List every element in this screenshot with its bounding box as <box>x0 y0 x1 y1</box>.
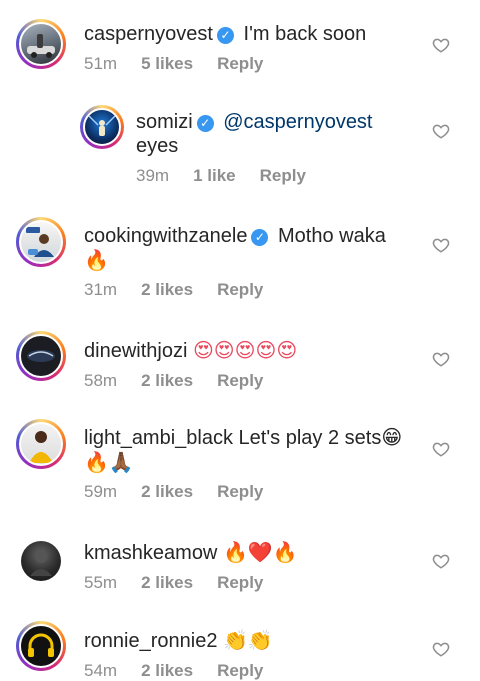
heart-icon[interactable] <box>432 122 450 140</box>
comment-message: 🔥❤️🔥 <box>222 540 298 564</box>
likes-count[interactable]: 2 likes <box>141 280 193 300</box>
username[interactable]: cookingwithzanele <box>84 225 247 247</box>
reply-button[interactable]: Reply <box>217 371 263 391</box>
heart-icon[interactable] <box>432 236 450 254</box>
comment-text: light_ambi_black Let's play 2 sets😁 <box>84 426 420 450</box>
comment-text: caspernyovest ✓ I'm back soon <box>84 22 420 46</box>
reply-button[interactable]: Reply <box>217 573 263 593</box>
comment-meta: 51m 5 likes Reply <box>84 54 420 74</box>
timestamp: 51m <box>84 54 118 73</box>
car-photo <box>27 34 55 58</box>
heart-icon[interactable] <box>432 552 450 570</box>
username[interactable]: kmashkeamow <box>84 542 217 564</box>
comment-meta: 55m 2 likes Reply <box>84 573 420 593</box>
likes-count[interactable]: 2 likes <box>141 573 193 593</box>
avatar[interactable] <box>16 331 66 381</box>
timestamp: 39m <box>136 166 170 185</box>
chef-photo <box>26 227 54 257</box>
comment-meta: 58m 2 likes Reply <box>84 371 420 391</box>
likes-count[interactable]: 2 likes <box>141 661 193 681</box>
verified-badge-icon: ✓ <box>251 229 269 246</box>
comment-meta: 39m 1 like Reply <box>136 166 420 186</box>
username[interactable]: somizi <box>136 111 193 133</box>
comment-message: 😍😍😍😍😍 <box>192 338 298 362</box>
reply-button[interactable]: Reply <box>217 482 263 502</box>
stage-photo <box>87 114 117 136</box>
likes-count[interactable]: 2 likes <box>141 482 193 502</box>
comment-message-emoji: 🔥🙏🏾 <box>84 450 134 474</box>
comment-text: somizi ✓ @caspernyovest <box>136 110 420 134</box>
comment-message: 👏👏 <box>223 628 273 652</box>
username[interactable]: dinewithjozi <box>84 340 187 362</box>
reply-button[interactable]: Reply <box>260 166 306 186</box>
avatar[interactable] <box>80 105 124 149</box>
timestamp: 54m <box>84 661 118 680</box>
timestamp: 58m <box>84 371 118 390</box>
avatar[interactable] <box>16 621 66 671</box>
comment-message: eyes <box>136 135 179 157</box>
heart-icon[interactable] <box>432 350 450 368</box>
reply-button[interactable]: Reply <box>217 280 263 300</box>
heart-icon[interactable] <box>432 640 450 658</box>
comment-text: kmashkeamow 🔥❤️🔥 <box>84 540 420 565</box>
person-photo <box>29 431 53 463</box>
comment-text: dinewithjozi 😍😍😍😍😍 <box>84 338 420 363</box>
username[interactable]: caspernyovest <box>84 23 213 45</box>
timestamp: 55m <box>84 573 118 592</box>
heart-icon[interactable] <box>432 440 450 458</box>
username[interactable]: ronnie_ronnie2 <box>84 630 217 652</box>
comment-text: cookingwithzanele ✓ Motho waka <box>84 224 420 248</box>
timestamp: 59m <box>84 482 118 501</box>
logo-photo <box>27 350 55 362</box>
likes-count[interactable]: 5 likes <box>141 54 193 74</box>
reply-button[interactable]: Reply <box>217 661 263 681</box>
timestamp: 31m <box>84 280 118 299</box>
likes-count[interactable]: 2 likes <box>141 371 193 391</box>
reply-button[interactable]: Reply <box>217 54 263 74</box>
likes-count[interactable]: 1 like <box>193 166 236 186</box>
verified-badge-icon: ✓ <box>216 27 234 44</box>
avatar[interactable] <box>16 217 66 267</box>
comment-meta: 54m 2 likes Reply <box>84 661 420 681</box>
username[interactable]: light_ambi_black <box>84 427 233 449</box>
comment-message-emoji: 🔥 <box>84 248 109 272</box>
comment-text: ronnie_ronnie2 👏👏 <box>84 628 420 653</box>
heart-icon[interactable] <box>432 36 450 54</box>
avatar[interactable] <box>18 538 64 584</box>
comment-meta: 59m 2 likes Reply <box>84 482 420 502</box>
headphones-icon <box>28 633 54 657</box>
comment-message: Motho waka <box>278 225 386 247</box>
comment-meta: 31m 2 likes Reply <box>84 280 420 300</box>
avatar[interactable] <box>16 19 66 69</box>
verified-badge-icon: ✓ <box>196 115 214 132</box>
avatar[interactable] <box>16 419 66 469</box>
comment-message: Let's play 2 sets😁 <box>238 427 403 449</box>
comment-message: I'm back soon <box>243 23 367 45</box>
profile-photo <box>30 551 52 576</box>
mention-link[interactable]: @caspernyovest <box>223 111 372 133</box>
